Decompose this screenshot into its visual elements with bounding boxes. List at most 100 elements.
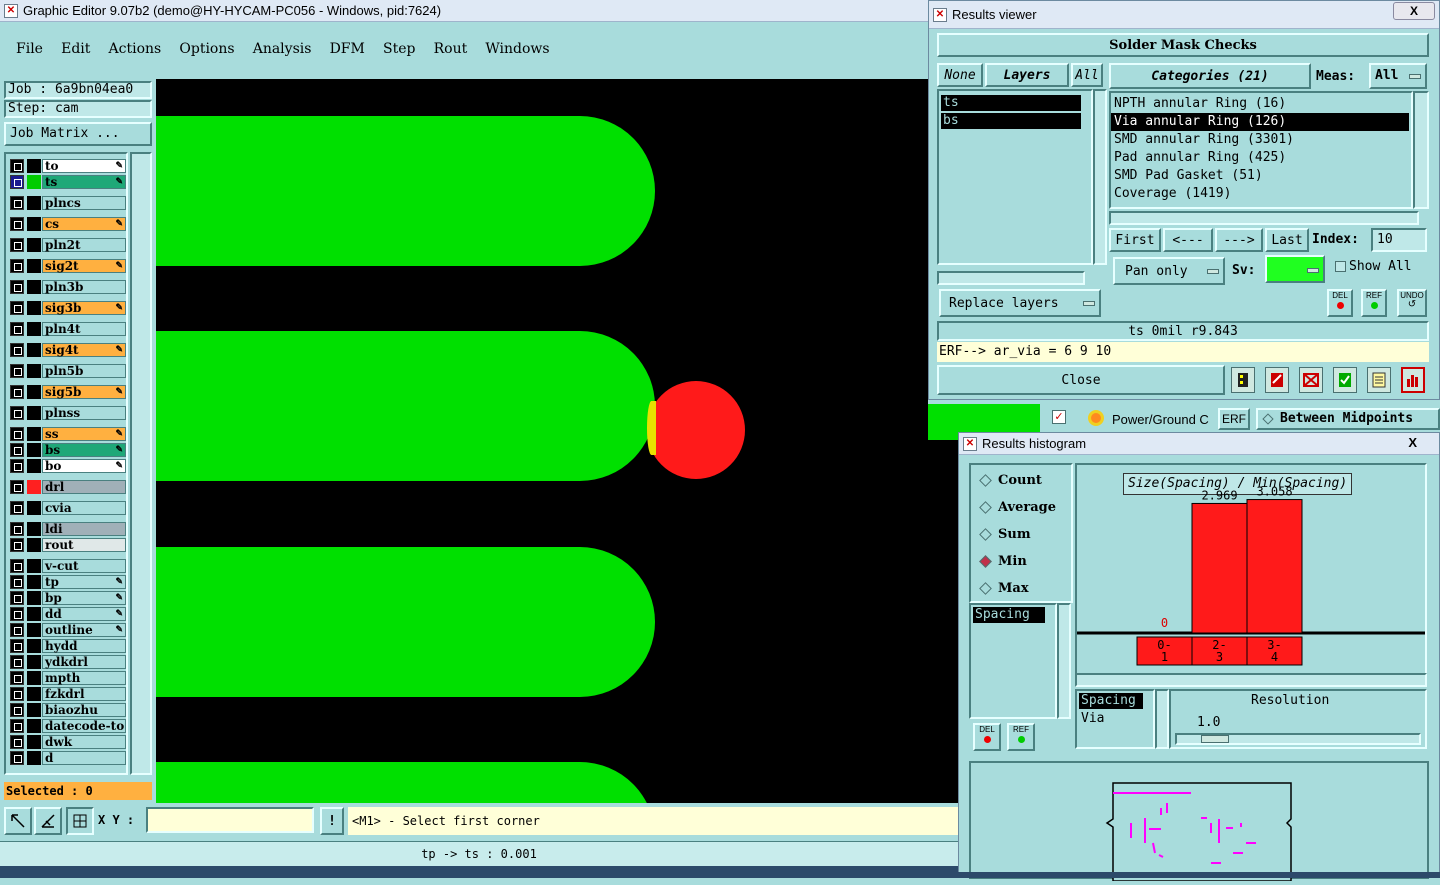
- layer-checkbox[interactable]: [10, 364, 24, 378]
- measure-list-2-vscroll[interactable]: [1155, 689, 1169, 749]
- layer-color-swatch[interactable]: [27, 301, 41, 315]
- layer-row-pln4t[interactable]: pln4t: [10, 322, 126, 336]
- layer-color-swatch[interactable]: [27, 343, 41, 357]
- replace-layers-button[interactable]: Replace layers: [939, 289, 1101, 317]
- layer-checkbox[interactable]: [10, 259, 24, 273]
- categories-button[interactable]: Categories (21): [1109, 63, 1311, 89]
- layer-color-swatch[interactable]: [27, 522, 41, 536]
- layer-color-swatch[interactable]: [27, 687, 41, 701]
- results-layer-hscroll[interactable]: [937, 271, 1085, 285]
- none-button[interactable]: None: [937, 63, 983, 87]
- layer-name[interactable]: plncs: [42, 196, 126, 210]
- layer-name[interactable]: hydd: [42, 639, 126, 653]
- layer-color-swatch[interactable]: [27, 751, 41, 765]
- layer-color-swatch[interactable]: [27, 719, 41, 733]
- power-ground-label[interactable]: Power/Ground C: [1112, 412, 1209, 427]
- layer-color-swatch[interactable]: [27, 538, 41, 552]
- layer-row-pln5b[interactable]: pln5b: [10, 364, 126, 378]
- layer-checkbox[interactable]: [10, 687, 24, 701]
- layer-checkbox[interactable]: [10, 703, 24, 717]
- layer-color-swatch[interactable]: [27, 559, 41, 573]
- category-item[interactable]: Coverage (1419): [1111, 185, 1411, 203]
- category-item[interactable]: NPTH annular Ring (16): [1111, 95, 1411, 113]
- hist-del-button[interactable]: DEL: [973, 723, 1001, 751]
- layer-name[interactable]: ss ✎: [42, 427, 126, 441]
- layer-name[interactable]: dwk: [42, 735, 126, 749]
- category-item[interactable]: Pad annular Ring (425): [1111, 149, 1411, 167]
- layer-row-cvia[interactable]: cvia: [10, 501, 126, 515]
- layer-row-tp[interactable]: tp ✎: [10, 575, 126, 589]
- layer-row-hydd[interactable]: hydd: [10, 639, 126, 653]
- layer-checkbox[interactable]: [10, 522, 24, 536]
- layer-color-swatch[interactable]: [27, 175, 41, 189]
- results-layer-bs[interactable]: bs: [941, 113, 1081, 129]
- check-list-icon[interactable]: [1333, 367, 1357, 393]
- layer-name[interactable]: sig4t ✎: [42, 343, 126, 357]
- hist-ref-button[interactable]: REF: [1007, 723, 1035, 751]
- layer-checkbox[interactable]: [10, 671, 24, 685]
- layer-checkbox[interactable]: [10, 655, 24, 669]
- layer-row-mpth[interactable]: mpth: [10, 671, 126, 685]
- last-button[interactable]: Last: [1265, 228, 1309, 252]
- layer-row-plncs[interactable]: plncs: [10, 196, 126, 210]
- layer-checkbox[interactable]: [10, 196, 24, 210]
- menu-edit[interactable]: Edit: [61, 41, 90, 57]
- layer-checkbox[interactable]: [10, 217, 24, 231]
- layer-color-swatch[interactable]: [27, 217, 41, 231]
- measure2-item-via[interactable]: Via: [1079, 711, 1104, 726]
- menu-step[interactable]: Step: [383, 41, 415, 57]
- layer-color-swatch[interactable]: [27, 591, 41, 605]
- undo-button[interactable]: UNDO ↺: [1397, 289, 1427, 317]
- layer-color-swatch[interactable]: [27, 459, 41, 473]
- histogram-icon[interactable]: [1401, 367, 1425, 393]
- layer-row-ldi[interactable]: ldi: [10, 522, 126, 536]
- layer-checkbox[interactable]: [10, 301, 24, 315]
- layer-color-swatch[interactable]: [27, 159, 41, 173]
- job-matrix-button[interactable]: Job Matrix ...: [4, 122, 152, 146]
- layer-name[interactable]: cs ✎: [42, 217, 126, 231]
- menu-dfm[interactable]: DFM: [330, 41, 365, 57]
- layer-row-bo[interactable]: bo ✎: [10, 459, 126, 473]
- layer-row-pln2t[interactable]: pln2t: [10, 238, 126, 252]
- layer-row-ydkdrl[interactable]: ydkdrl: [10, 655, 126, 669]
- layer-color-swatch[interactable]: [27, 259, 41, 273]
- menu-windows[interactable]: Windows: [485, 41, 549, 57]
- radio-average[interactable]: Average: [977, 500, 1056, 515]
- layer-color-swatch[interactable]: [27, 322, 41, 336]
- layer-color-swatch[interactable]: [27, 406, 41, 420]
- show-all-checkbox[interactable]: [1335, 261, 1346, 272]
- layer-checkbox[interactable]: [10, 480, 24, 494]
- del-button[interactable]: DEL: [1327, 289, 1353, 317]
- layer-checkbox[interactable]: [10, 322, 24, 336]
- graphics-canvas[interactable]: [156, 79, 958, 803]
- layer-color-swatch[interactable]: [27, 655, 41, 669]
- layer-row-sig4t[interactable]: sig4t ✎: [10, 343, 126, 357]
- category-item[interactable]: Via annular Ring (126): [1111, 113, 1409, 131]
- results-layer-vscroll[interactable]: [1093, 89, 1107, 265]
- radio-sum[interactable]: Sum: [977, 527, 1031, 542]
- layer-checkbox[interactable]: [10, 406, 24, 420]
- mini-map[interactable]: [969, 761, 1429, 882]
- layer-name[interactable]: cvia: [42, 501, 126, 515]
- resolution-slider-thumb[interactable]: [1201, 735, 1229, 743]
- layer-name[interactable]: dd ✎: [42, 607, 126, 621]
- results-layer-ts[interactable]: ts: [941, 95, 1081, 111]
- layer-checkbox[interactable]: [10, 427, 24, 441]
- layer-name[interactable]: drl: [42, 480, 126, 494]
- layer-name[interactable]: ts ✎: [42, 175, 126, 189]
- layer-row-bp[interactable]: bp ✎: [10, 591, 126, 605]
- histogram-bar[interactable]: [1191, 502, 1248, 634]
- radio-min[interactable]: Min: [977, 554, 1027, 569]
- layer-color-swatch[interactable]: [27, 385, 41, 399]
- layer-checkbox[interactable]: [10, 459, 24, 473]
- sort-icon[interactable]: [1231, 367, 1255, 393]
- layer-name[interactable]: datecode-to: [42, 719, 126, 733]
- prompt-icon[interactable]: !: [320, 807, 344, 835]
- layer-row-cs[interactable]: cs ✎: [10, 217, 126, 231]
- categories-hscroll[interactable]: [1109, 211, 1419, 225]
- layer-checkbox[interactable]: [10, 175, 24, 189]
- layer-row-rout[interactable]: rout: [10, 538, 126, 552]
- layer-checkbox[interactable]: [10, 639, 24, 653]
- layer-row-v-cut[interactable]: v-cut: [10, 559, 126, 573]
- layer-name[interactable]: bs ✎: [42, 443, 126, 457]
